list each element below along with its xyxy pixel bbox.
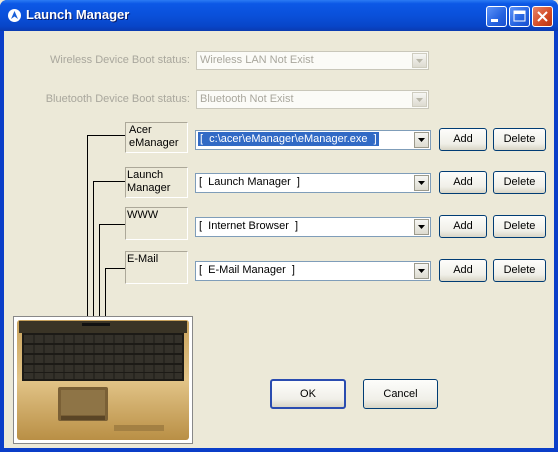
bluetooth-status-label: Bluetooth Device Boot status: [45, 93, 190, 105]
connector-line [93, 181, 94, 322]
delete-label: Delete [503, 264, 536, 276]
www-select[interactable]: [ Internet Browser ] [195, 217, 431, 237]
connector-line [87, 135, 125, 136]
launch-manager-select[interactable]: [ Launch Manager ] [195, 173, 431, 193]
chevron-down-icon[interactable] [414, 175, 429, 191]
laptop-icon [14, 317, 192, 443]
add-label: Add [453, 264, 473, 276]
delete-label: Delete [503, 176, 536, 188]
key-label-email: E-Mail [127, 253, 158, 266]
key-label-www: WWW [127, 209, 158, 222]
www-value: [ Internet Browser ] [199, 220, 299, 232]
dialog-body: Wireless Device Boot status: Wireless LA… [4, 31, 554, 448]
connector-line [93, 181, 125, 182]
delete-label: Delete [503, 133, 536, 145]
window: Launch Manager Wireless Device Boot stat… [0, 0, 558, 452]
key-label-line: Manager [127, 182, 171, 194]
launch-manager-icon [8, 9, 21, 22]
delete-button-email[interactable]: Delete [493, 259, 546, 282]
connector-line [105, 268, 125, 269]
add-button-www[interactable]: Add [439, 215, 487, 238]
close-icon [537, 11, 548, 22]
connector-line [87, 135, 88, 322]
ok-label: OK [300, 388, 316, 400]
acer-emanager-select[interactable]: [ c:\acer\eManager\eManager.exe ] [195, 130, 431, 150]
key-label-line: WWW [127, 209, 159, 221]
key-label-line: Launch [127, 169, 164, 181]
key-label-line: Acer [129, 124, 152, 136]
maximize-button[interactable] [509, 6, 530, 27]
delete-button-acer-emanager[interactable]: Delete [493, 128, 546, 151]
title-bar[interactable]: Launch Manager [0, 0, 558, 31]
bluetooth-status-value: Bluetooth Not Exist [200, 93, 294, 105]
chevron-down-icon[interactable] [414, 132, 429, 148]
launch-manager-value: [ Launch Manager ] [199, 176, 300, 188]
ok-button[interactable]: OK [270, 379, 346, 409]
laptop-keyboard-image [13, 316, 193, 444]
cancel-label: Cancel [383, 388, 418, 400]
connector-line [105, 268, 106, 322]
key-label-line: eManager [129, 137, 179, 149]
add-label: Add [453, 176, 473, 188]
chevron-down-icon[interactable] [414, 263, 429, 279]
chevron-down-icon [412, 92, 427, 107]
email-select[interactable]: [ E-Mail Manager ] [195, 261, 431, 281]
connector-line [99, 224, 100, 322]
delete-label: Delete [503, 220, 536, 232]
wireless-status-select: Wireless LAN Not Exist [196, 51, 429, 70]
add-button-acer-emanager[interactable]: Add [439, 128, 487, 151]
chevron-down-icon [412, 53, 427, 68]
delete-button-www[interactable]: Delete [493, 215, 546, 238]
chevron-down-icon[interactable] [414, 219, 429, 235]
bluetooth-status-select: Bluetooth Not Exist [196, 90, 429, 109]
email-value: [ E-Mail Manager ] [199, 264, 295, 276]
window-title: Launch Manager [26, 7, 130, 22]
minimize-icon [491, 19, 498, 22]
minimize-button[interactable] [486, 6, 507, 27]
wireless-status-label: Wireless Device Boot status: [50, 54, 190, 66]
add-label: Add [453, 133, 473, 145]
maximize-icon [513, 10, 526, 22]
wireless-status-value: Wireless LAN Not Exist [200, 54, 314, 66]
cancel-button[interactable]: Cancel [363, 379, 438, 409]
key-label-acer-emanager: Acer eManager [129, 124, 179, 150]
connector-line [99, 224, 125, 225]
close-button[interactable] [532, 6, 553, 27]
add-button-launch-manager[interactable]: Add [439, 171, 487, 194]
key-label-launch-manager: Launch Manager [127, 169, 170, 195]
acer-emanager-value: [ c:\acer\eManager\eManager.exe ] [198, 132, 379, 146]
add-button-email[interactable]: Add [439, 259, 487, 282]
add-label: Add [453, 220, 473, 232]
delete-button-launch-manager[interactable]: Delete [493, 171, 546, 194]
key-label-line: E-Mail [127, 253, 159, 265]
